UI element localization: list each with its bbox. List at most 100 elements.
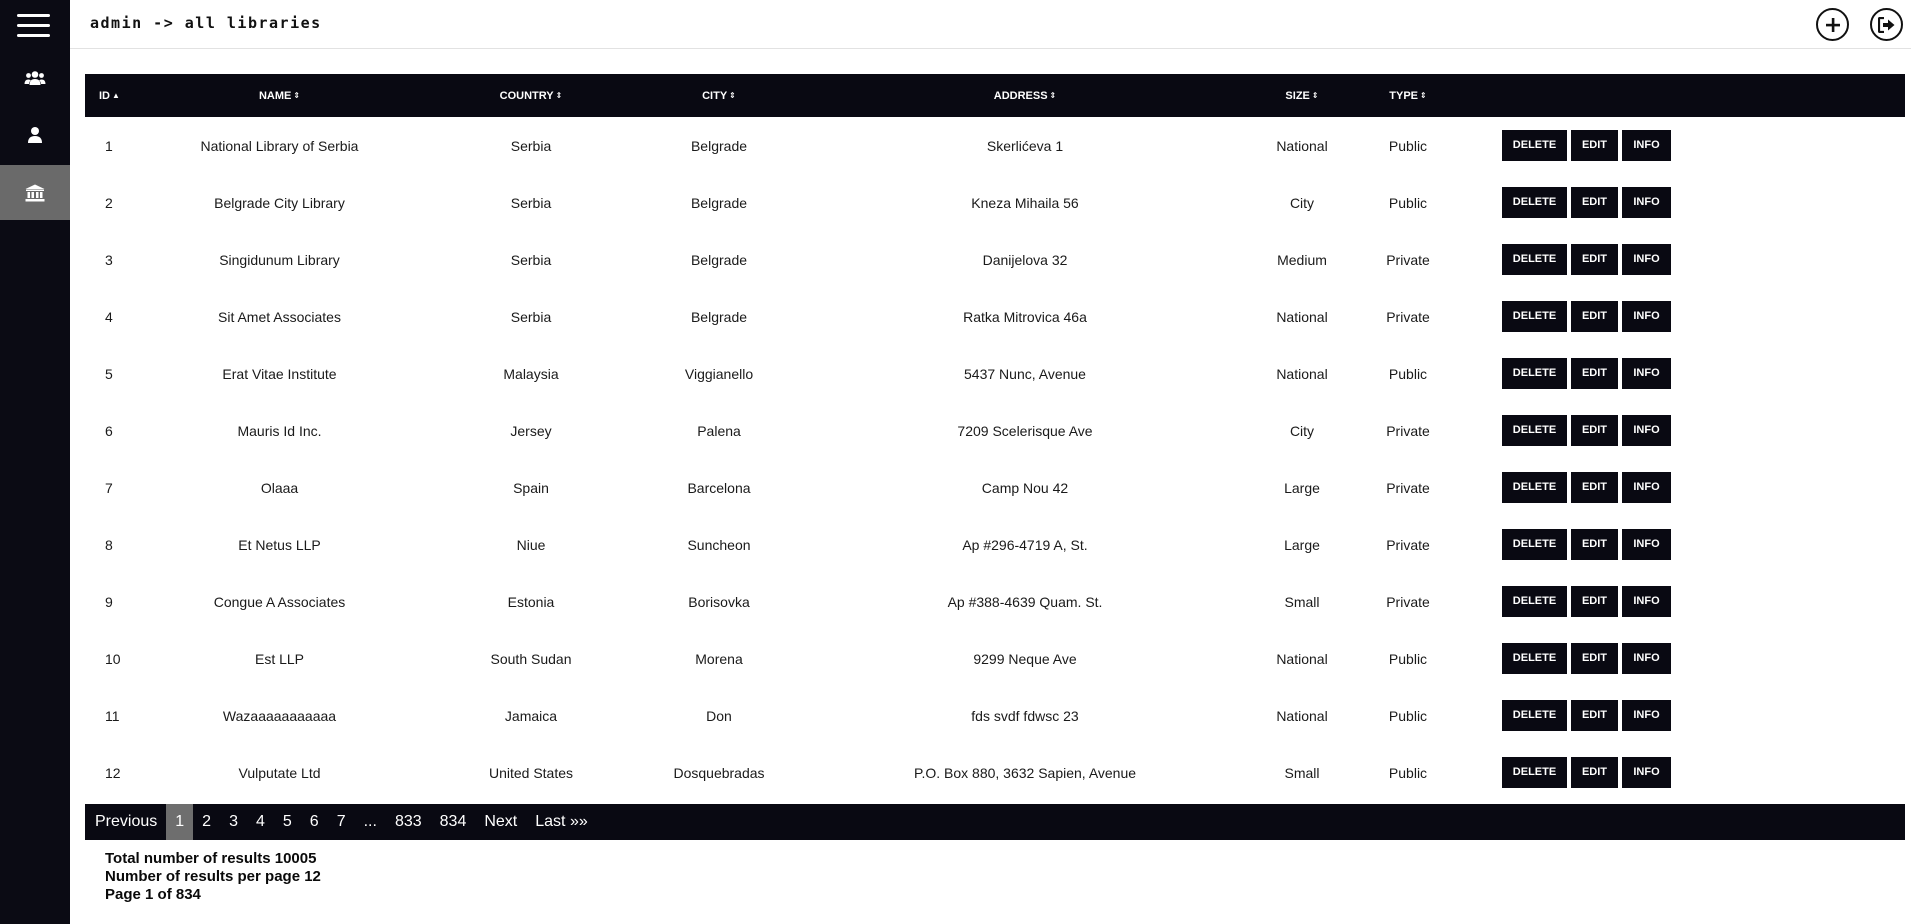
info-button[interactable]: INFO [1622, 529, 1671, 560]
edit-button[interactable]: EDIT [1571, 244, 1618, 275]
libraries-table-container: ID ▲ NAME ⇕ COUNTRY ⇕ CITY ⇕ ADDRESS ⇕ SIZE ⇕ TYPE ⇕ … [85, 74, 1905, 801]
cell-actions: DELETE EDIT INFO [1464, 288, 1905, 345]
column-header-name[interactable]: NAME ⇕ [137, 74, 422, 117]
logout-icon [1877, 16, 1894, 33]
cell-actions: DELETE EDIT INFO [1464, 687, 1905, 744]
edit-button[interactable]: EDIT [1571, 586, 1618, 617]
next-page-link[interactable]: Next [475, 804, 526, 840]
cell-address: Skerlićeva 1 [986, 137, 1064, 154]
column-header-city[interactable]: CITY ⇕ [640, 74, 798, 117]
edit-button[interactable]: EDIT [1571, 415, 1618, 446]
cell-size: City [1289, 422, 1315, 439]
page-link-834[interactable]: 834 [431, 804, 476, 840]
delete-button[interactable]: DELETE [1502, 415, 1567, 446]
cell-size: National [1276, 650, 1328, 667]
delete-button[interactable]: DELETE [1502, 358, 1567, 389]
cell-actions: DELETE EDIT INFO [1464, 744, 1905, 801]
edit-button[interactable]: EDIT [1571, 757, 1618, 788]
cell-size: Medium [1277, 251, 1327, 268]
sort-icon: ⇕ [1311, 90, 1319, 100]
info-button[interactable]: INFO [1622, 130, 1671, 161]
page-link-2[interactable]: 2 [193, 804, 220, 840]
info-button[interactable]: INFO [1622, 472, 1671, 503]
edit-button[interactable]: EDIT [1571, 529, 1618, 560]
edit-button[interactable]: EDIT [1571, 358, 1618, 389]
delete-button[interactable]: DELETE [1502, 529, 1567, 560]
delete-button[interactable]: DELETE [1502, 643, 1567, 674]
sidebar-item-libraries[interactable] [0, 165, 70, 220]
cell-country: Jersey [510, 422, 552, 439]
cell-city: Suncheon [687, 536, 751, 553]
cell-id: 7 [105, 479, 113, 496]
cell-address: Camp Nou 42 [981, 479, 1069, 496]
column-header-size[interactable]: SIZE ⇕ [1252, 74, 1352, 117]
column-header-id[interactable]: ID ▲ [85, 74, 137, 117]
cell-city: Borisovka [688, 593, 750, 610]
page-link-5[interactable]: 5 [274, 804, 301, 840]
cell-size: Large [1284, 479, 1320, 496]
previous-page-link[interactable]: Previous [85, 804, 166, 840]
logout-button[interactable] [1870, 8, 1903, 41]
info-button[interactable]: INFO [1622, 244, 1671, 275]
column-header-label: NAME [258, 89, 292, 102]
table-row: 10 Est LLP South Sudan Morena 9299 Neque Ave… [85, 630, 1905, 687]
delete-button[interactable]: DELETE [1502, 700, 1567, 731]
info-button[interactable]: INFO [1622, 301, 1671, 332]
cell-actions: DELETE EDIT INFO [1464, 516, 1905, 573]
page-link-833[interactable]: 833 [386, 804, 431, 840]
info-button[interactable]: INFO [1622, 187, 1671, 218]
info-button[interactable]: INFO [1622, 700, 1671, 731]
cell-id: 1 [105, 137, 113, 154]
cell-address: 7209 Scelerisque Ave [957, 422, 1093, 439]
pagination-ellipsis[interactable]: ... [355, 804, 386, 840]
edit-button[interactable]: EDIT [1571, 187, 1618, 218]
delete-button[interactable]: DELETE [1502, 130, 1567, 161]
delete-button[interactable]: DELETE [1502, 244, 1567, 275]
cell-country: South Sudan [490, 650, 572, 667]
delete-button[interactable]: DELETE [1502, 586, 1567, 617]
page-link-4[interactable]: 4 [247, 804, 274, 840]
sidebar-item-user[interactable] [0, 107, 70, 162]
info-button[interactable]: INFO [1622, 757, 1671, 788]
page-link-6[interactable]: 6 [301, 804, 328, 840]
page-link-1[interactable]: 1 [166, 804, 194, 840]
hamburger-menu-icon[interactable] [17, 12, 53, 40]
cell-city: Belgrade [690, 194, 748, 211]
library-building-icon [25, 184, 45, 201]
info-button[interactable]: INFO [1622, 415, 1671, 446]
plus-circle-icon [1825, 17, 1840, 32]
column-header-type[interactable]: TYPE ⇕ [1352, 74, 1464, 117]
cell-address: Ap #296-4719 A, St. [962, 536, 1088, 553]
edit-button[interactable]: EDIT [1571, 301, 1618, 332]
column-header-address[interactable]: ADDRESS ⇕ [798, 74, 1252, 117]
delete-button[interactable]: DELETE [1502, 757, 1567, 788]
user-icon [28, 126, 42, 143]
sidebar-item-users[interactable] [0, 50, 70, 105]
sort-icon: ⇕ [1420, 90, 1427, 100]
cell-name: Mauris Id Inc. [237, 422, 322, 439]
column-header-label: ID [99, 89, 110, 102]
column-header-country[interactable]: COUNTRY ⇕ [422, 74, 640, 117]
add-library-button[interactable] [1816, 8, 1849, 41]
table-row: 12 Vulputate Ltd United States Dosquebradas… [85, 744, 1905, 801]
delete-button[interactable]: DELETE [1502, 301, 1567, 332]
info-button[interactable]: INFO [1622, 586, 1671, 617]
cell-country: Serbia [510, 251, 552, 268]
cell-size: Large [1284, 536, 1320, 553]
cell-name: Erat Vitae Institute [222, 365, 337, 382]
delete-button[interactable]: DELETE [1502, 187, 1567, 218]
delete-button[interactable]: DELETE [1502, 472, 1567, 503]
page-link-7[interactable]: 7 [328, 804, 355, 840]
edit-button[interactable]: EDIT [1571, 130, 1618, 161]
page-link-3[interactable]: 3 [220, 804, 247, 840]
last-page-link[interactable]: Last »» [526, 804, 596, 840]
edit-button[interactable]: EDIT [1571, 700, 1618, 731]
edit-button[interactable]: EDIT [1571, 643, 1618, 674]
cell-country: Jamaica [504, 707, 558, 724]
edit-button[interactable]: EDIT [1571, 472, 1618, 503]
cell-country: Estonia [507, 593, 555, 610]
cell-country: Malaysia [503, 365, 559, 382]
info-button[interactable]: INFO [1622, 358, 1671, 389]
cell-actions: DELETE EDIT INFO [1464, 402, 1905, 459]
info-button[interactable]: INFO [1622, 643, 1671, 674]
